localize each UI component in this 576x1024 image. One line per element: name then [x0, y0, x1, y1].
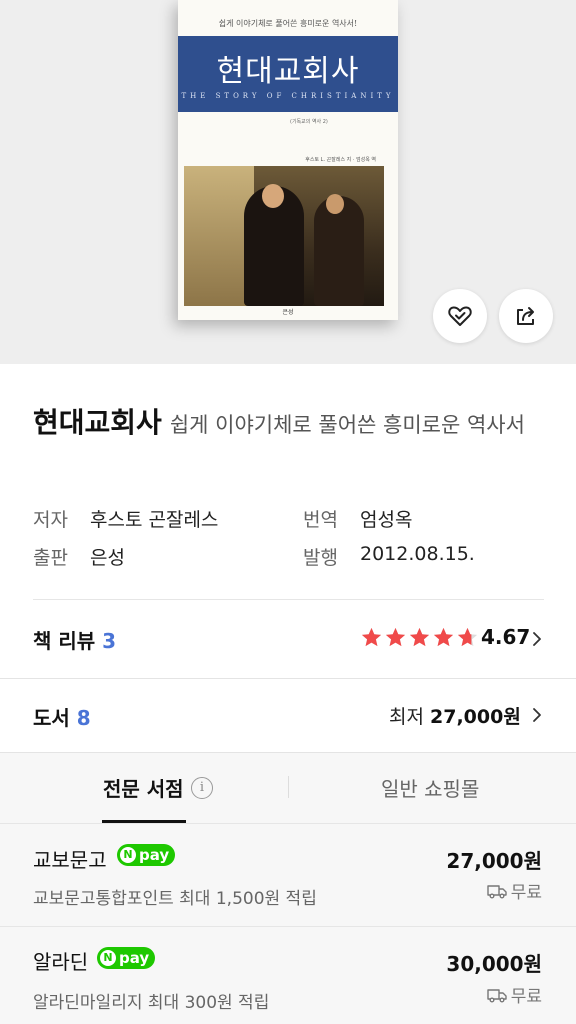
npay-label: pay [139, 846, 170, 864]
review-label-text: 책 리뷰 [33, 629, 96, 653]
chevron-right-icon [533, 708, 541, 722]
store-points: 교보문고통합포인트 최대 1,500원 적립 [33, 889, 317, 909]
author-value[interactable]: 후스토 곤잘레스 [90, 505, 218, 532]
naver-n-icon: N [100, 950, 116, 966]
naver-n-icon: N [120, 847, 136, 863]
truck-icon [487, 988, 507, 1002]
cover-title-band: 현대교회사 THE STORY OF CHRISTIANITY [178, 36, 398, 112]
publisher-value[interactable]: 은성 [90, 543, 125, 570]
store-points: 알라딘마일리지 최대 300원 적립 [33, 993, 270, 1013]
store-price: 30,000원 [446, 952, 542, 976]
shipping-info: 무료 [487, 982, 542, 1007]
book-title: 현대교회사 [33, 406, 162, 439]
shipping-info: 무료 [487, 878, 542, 903]
truck-icon [487, 884, 507, 898]
npay-badge: N pay [97, 947, 156, 969]
cover-subtitle: THE STORY OF CHRISTIANITY [181, 92, 395, 100]
npay-badge: N pay [117, 844, 176, 866]
info-icon[interactable]: i [191, 777, 213, 799]
star-icon [361, 627, 382, 647]
star-rating [360, 626, 479, 649]
book-hero: 쉽게 이야기체로 풀어쓴 흥미로운 역사서! 현대교회사 THE STORY O… [0, 0, 576, 364]
review-count: 3 [102, 629, 117, 653]
star-icon [433, 627, 454, 647]
shipping-label: 무료 [510, 883, 542, 903]
author-label: 저자 [33, 509, 68, 531]
shipping-label: 무료 [510, 987, 542, 1007]
star-icon [409, 627, 430, 647]
store-item[interactable]: 교보문고 N pay 교보문고통합포인트 최대 1,500원 적립 27,000… [0, 824, 576, 926]
share-icon [517, 307, 534, 325]
lowest-price-label: 최저 [389, 706, 424, 728]
book-subtitle: 쉽게 이야기체로 풀어쓴 흥미로운 역사서 [169, 413, 525, 437]
divider [0, 752, 576, 753]
publish-date-value: 2012.08.15. [360, 543, 475, 565]
star-icon [385, 627, 406, 647]
lowest-price: 최저 27,000원 [389, 702, 521, 729]
share-button[interactable] [499, 289, 553, 343]
star-icon [457, 627, 478, 647]
translator-value[interactable]: 엄성옥 [360, 505, 412, 532]
book-cover-image[interactable]: 쉽게 이야기체로 풀어쓴 흥미로운 역사서! 현대교회사 THE STORY O… [178, 0, 398, 320]
store-price: 27,000원 [446, 849, 542, 873]
lowest-price-value: 27,000원 [430, 706, 521, 728]
like-button[interactable] [433, 289, 487, 343]
store-name: 알라딘 [33, 950, 89, 974]
cover-author: 후스토 L. 곤잘레스 지 · 엄성옥 역 [305, 157, 376, 163]
tab-separator [288, 776, 289, 798]
store-name: 교보문고 [33, 848, 107, 872]
cover-painting [184, 166, 384, 306]
books-label: 도서 8 [33, 702, 91, 731]
tab-specialty-bookstore[interactable]: 전문 서점 [103, 773, 184, 802]
books-label-text: 도서 [33, 706, 70, 730]
books-count: 8 [76, 706, 91, 730]
cover-series: (기독교의 역사 2) [290, 119, 328, 125]
publisher-label: 출판 [33, 547, 68, 569]
store-item[interactable]: 알라딘 N pay 알라딘마일리지 최대 300원 적립 30,000원 무료 [0, 927, 576, 1024]
publish-date-label: 발행 [303, 547, 338, 569]
chevron-right-icon [533, 632, 541, 646]
cover-publisher: 은성 [282, 309, 294, 316]
review-label: 책 리뷰 3 [33, 625, 116, 654]
book-title-row: 현대교회사 쉽게 이야기체로 풀어쓴 흥미로운 역사서 [33, 400, 553, 450]
translator-label: 번역 [303, 509, 338, 531]
tab-general-mall[interactable]: 일반 쇼핑몰 [381, 773, 479, 802]
cover-title: 현대교회사 [216, 54, 360, 89]
rating-value: 4.67 [481, 625, 531, 649]
npay-label: pay [119, 949, 150, 967]
cover-tagline: 쉽게 이야기체로 풀어쓴 흥미로운 역사서! [218, 19, 358, 28]
heart-check-icon [448, 306, 472, 326]
